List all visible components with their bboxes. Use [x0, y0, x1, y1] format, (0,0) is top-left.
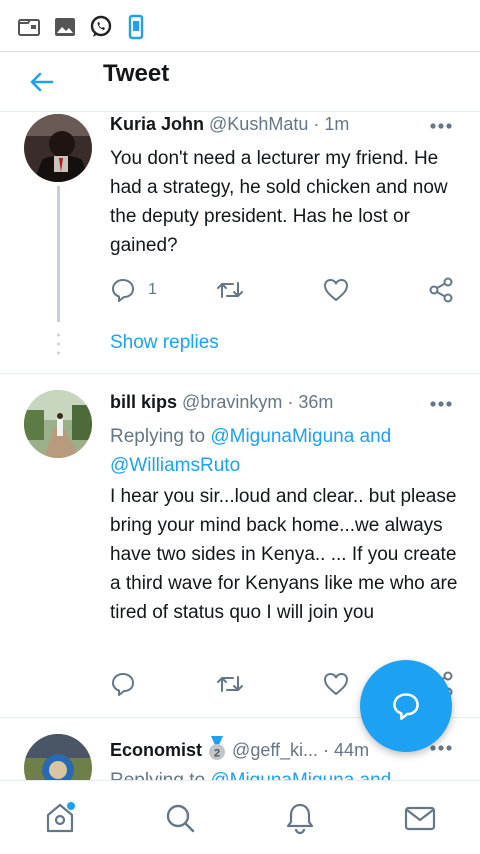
mention-and: and: [359, 426, 392, 447]
replying-to-label: Replying to: [110, 426, 206, 447]
compose-reply-fab[interactable]: [360, 660, 452, 752]
replying-to: Replying to @MigunaMiguna and @WilliamsR…: [110, 422, 460, 480]
messages-envelope-icon[interactable]: [403, 801, 437, 835]
author-handle: @bravinkym: [182, 392, 283, 412]
mention-link[interactable]: @MigunaMiguna: [210, 770, 354, 780]
phone-vibrate-icon: [128, 14, 144, 40]
tweet-actions: 1: [110, 276, 460, 306]
heart-icon: [324, 279, 348, 301]
tweet-time: · 36m: [287, 392, 334, 412]
medal-badge-icon: 2: [209, 736, 226, 760]
share-button[interactable]: [428, 276, 454, 304]
more-options-icon[interactable]: [430, 744, 452, 752]
reply-button[interactable]: 1: [110, 276, 157, 304]
tweet-time: · 1m: [313, 114, 350, 134]
like-button[interactable]: [322, 670, 350, 698]
image-icon: [55, 18, 75, 36]
mention-link[interactable]: @MigunaMiguna: [210, 426, 354, 447]
replying-to: Replying to @MigunaMiguna and: [110, 766, 460, 780]
back-arrow-icon[interactable]: [28, 68, 56, 96]
author-handle: @KushMatu: [209, 114, 309, 134]
folder-icon: [18, 19, 40, 36]
notifications-bell-icon[interactable]: [283, 801, 317, 835]
author-name[interactable]: Kuria John: [110, 114, 204, 134]
replying-to-label: Replying to: [110, 770, 205, 780]
author-name[interactable]: bill kips: [110, 392, 177, 412]
more-options-icon[interactable]: [430, 122, 452, 130]
whatsapp-icon: [90, 15, 112, 37]
author-handle: @geff_ki...: [232, 740, 319, 760]
reply-icon: [112, 673, 134, 696]
avatar[interactable]: [24, 390, 92, 458]
reply-count: 1: [148, 281, 157, 298]
page-title: Tweet: [103, 60, 170, 87]
tweet-item[interactable]: Kuria John @KushMatu · 1m You don't need…: [0, 112, 480, 374]
reply-icon: [112, 279, 134, 302]
author-name[interactable]: Economist: [110, 740, 202, 760]
retweet-icon: [217, 676, 243, 692]
tweet-text: I hear you sir...loud and clear.. but pl…: [110, 486, 458, 623]
more-options-icon[interactable]: [430, 400, 452, 408]
reply-bubble-icon: [393, 693, 419, 720]
retweet-button[interactable]: [216, 670, 244, 698]
tweet-time: · 44m: [323, 740, 370, 760]
search-icon[interactable]: [163, 801, 197, 835]
medal-number: 2: [214, 748, 220, 760]
show-replies-link[interactable]: Show replies: [110, 332, 219, 354]
like-button[interactable]: [322, 276, 350, 304]
avatar[interactable]: [24, 114, 92, 182]
tweet-author-line: bill kips @bravinkym · 36m: [110, 392, 333, 413]
tweet-author-line: Economist 2 @geff_ki... · 44m: [110, 736, 369, 762]
retweet-icon: [217, 282, 243, 298]
thread-line: [57, 186, 60, 322]
avatar[interactable]: [24, 734, 92, 780]
home-icon[interactable]: [43, 801, 77, 835]
reply-button[interactable]: [110, 670, 136, 698]
tweet-author-line: Kuria John @KushMatu · 1m: [110, 114, 349, 135]
mention-link[interactable]: @WilliamsRuto: [110, 455, 240, 476]
thread-dots: [57, 333, 60, 355]
heart-icon: [324, 673, 348, 695]
share-icon: [429, 277, 453, 303]
retweet-button[interactable]: [216, 276, 244, 304]
mention-and: and: [360, 770, 392, 780]
status-bar: [0, 0, 480, 52]
top-app-bar: Tweet: [0, 52, 480, 112]
tweet-text: You don't need a lecturer my friend. He …: [110, 148, 448, 256]
bottom-navigation: [0, 780, 480, 854]
